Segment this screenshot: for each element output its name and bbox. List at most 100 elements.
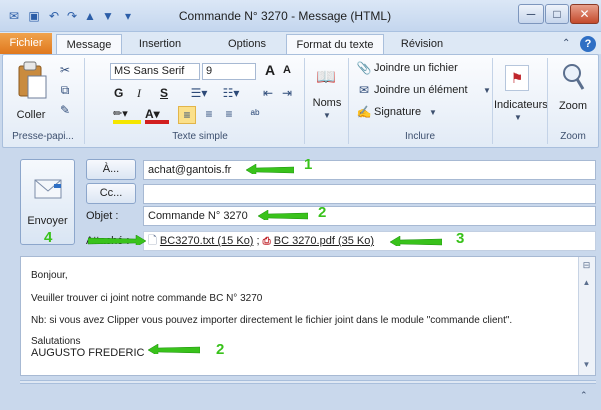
signature-icon: ✍ — [356, 105, 372, 119]
tab-options[interactable]: Options — [214, 34, 280, 54]
proofing-icon[interactable]: ᵃᵇ — [246, 106, 264, 124]
italic-button[interactable]: I — [137, 86, 151, 101]
chevron-down-icon[interactable]: ▼ — [483, 86, 491, 95]
zoom-label[interactable]: Zoom — [555, 100, 591, 112]
attach-item-button[interactable]: Joindre un élément — [374, 84, 468, 96]
split-view-icon[interactable]: ⊟ — [580, 260, 593, 272]
tab-revision[interactable]: Révision — [390, 34, 454, 54]
previous-item-icon[interactable]: ▲ — [82, 8, 98, 24]
attachment-txt[interactable]: BC3270.txt (15 Ko) — [160, 235, 254, 247]
attachments-field[interactable]: 🗋 BC3270.txt (15 Ko) ; ⎙ BC 3270.pdf (35… — [143, 231, 596, 251]
expand-people-pane-icon[interactable]: ⌃ — [580, 390, 592, 401]
body-line-1: Veuiller trouver ci joint notre commande… — [31, 293, 263, 304]
address-book-icon[interactable]: 📖 — [315, 70, 337, 92]
send-envelope-icon — [34, 179, 62, 199]
increase-indent-icon[interactable]: ⇥ — [279, 85, 295, 101]
annotation-arrow — [88, 235, 146, 245]
attachment-separator: ; — [256, 235, 260, 247]
pane-divider[interactable] — [20, 380, 596, 384]
group-separator — [492, 58, 493, 144]
grow-font-icon[interactable]: A — [265, 62, 279, 78]
body-signature: AUGUSTO FREDERIC — [31, 347, 145, 359]
redo-icon[interactable]: ↷ — [64, 8, 80, 24]
chevron-down-icon[interactable]: ▼ — [514, 113, 522, 122]
group-separator — [547, 58, 548, 144]
copy-icon[interactable]: ⧉ — [57, 82, 73, 98]
paperclip-icon: 📎 — [356, 61, 372, 75]
group-label-zoom: Zoom — [560, 131, 586, 142]
scroll-down-icon[interactable]: ▼ — [580, 360, 593, 372]
align-right-icon[interactable]: ≡ — [220, 106, 238, 124]
bold-button[interactable]: G — [114, 86, 128, 100]
annotation-arrow — [258, 210, 308, 220]
annotation-number: 2 — [216, 341, 225, 358]
paste-label: Coller — [16, 109, 46, 121]
pdf-file-icon: ⎙ — [262, 236, 271, 247]
group-separator — [84, 58, 85, 144]
attachment-pdf[interactable]: BC 3270.pdf (35 Ko) — [274, 235, 374, 247]
group-separator — [304, 58, 305, 144]
paste-button[interactable]: Coller — [8, 60, 54, 126]
clipboard-icon — [18, 61, 47, 99]
minimize-button[interactable]: ─ — [518, 4, 544, 24]
highlight-icon[interactable]: ✏▾ — [113, 106, 141, 124]
bullets-icon[interactable]: ☰▾ — [184, 85, 214, 101]
names-label[interactable]: Noms — [312, 97, 342, 109]
align-center-icon[interactable]: ≡ — [200, 106, 218, 124]
chevron-down-icon[interactable]: ▼ — [323, 111, 331, 120]
help-icon[interactable]: ? — [580, 36, 596, 52]
chevron-down-icon[interactable]: ▼ — [429, 108, 437, 117]
numbering-icon[interactable]: ☷▾ — [216, 85, 246, 101]
attach-file-button[interactable]: Joindre un fichier — [374, 62, 458, 74]
format-painter-icon[interactable]: ✎ — [57, 102, 73, 118]
tab-fichier[interactable]: Fichier — [0, 33, 52, 54]
window-title: Commande N° 3270 - Message (HTML) — [178, 9, 392, 23]
annotation-number: 4 — [44, 229, 53, 246]
annotation-arrow — [246, 164, 294, 174]
customize-toolbar-icon[interactable]: ▾ — [120, 8, 136, 24]
to-field[interactable]: achat@gantois.fr — [143, 160, 596, 180]
body-line-2: Nb: si vous avez Clipper vous pouvez imp… — [31, 315, 513, 326]
minimize-ribbon-icon[interactable]: ⌃ — [562, 38, 574, 50]
tab-format-du-texte[interactable]: Format du texte — [286, 34, 384, 54]
flag-icon[interactable]: ⚑ — [505, 65, 529, 91]
shrink-font-icon[interactable]: A — [283, 64, 295, 76]
indicators-label[interactable]: Indicateurs — [494, 99, 548, 111]
tab-message[interactable]: Message — [56, 34, 122, 54]
cc-button[interactable]: Cc... — [86, 183, 136, 204]
undo-icon[interactable]: ↶ — [46, 8, 62, 24]
annotation-number: 2 — [318, 204, 327, 221]
annotation-number: 3 — [456, 230, 465, 247]
maximize-button[interactable]: □ — [545, 4, 569, 24]
attach-item-icon: ✉ — [358, 83, 370, 97]
underline-button[interactable]: S — [160, 86, 174, 100]
tab-insertion[interactable]: Insertion — [124, 34, 196, 54]
next-item-icon[interactable]: ▼ — [100, 8, 116, 24]
annotation-arrow — [390, 236, 442, 246]
to-button[interactable]: À... — [86, 159, 136, 180]
body-greeting: Bonjour, — [31, 270, 68, 281]
align-left-icon[interactable]: ≡ — [178, 106, 196, 124]
signature-button[interactable]: Signature — [374, 106, 421, 118]
font-color-icon[interactable]: A▾ — [145, 106, 169, 124]
annotation-number: 1 — [304, 156, 313, 173]
close-button[interactable]: ✕ — [570, 4, 599, 24]
group-label-basic-text: Texte simple — [172, 131, 228, 142]
subject-field[interactable]: Commande N° 3270 — [143, 206, 596, 226]
decrease-indent-icon[interactable]: ⇤ — [260, 85, 276, 101]
magnifier-icon[interactable] — [560, 62, 586, 92]
group-label-clipboard: Presse-papi... — [12, 131, 74, 142]
vertical-scrollbar[interactable] — [578, 257, 595, 375]
outlook-app-icon[interactable]: ✉ — [6, 8, 22, 24]
cc-field[interactable] — [143, 184, 596, 204]
subject-label: Objet : — [86, 210, 119, 222]
font-size-combo[interactable]: 9 — [202, 63, 256, 80]
save-icon[interactable]: ▣ — [26, 8, 42, 24]
body-closing: Salutations — [31, 336, 81, 347]
font-name-combo[interactable]: MS Sans Serif — [110, 63, 200, 80]
cut-icon[interactable]: ✂ — [57, 62, 73, 78]
group-separator — [348, 58, 349, 144]
annotation-arrow — [148, 344, 200, 354]
group-label-include: Inclure — [404, 131, 435, 142]
scroll-up-icon[interactable]: ▲ — [580, 278, 593, 290]
